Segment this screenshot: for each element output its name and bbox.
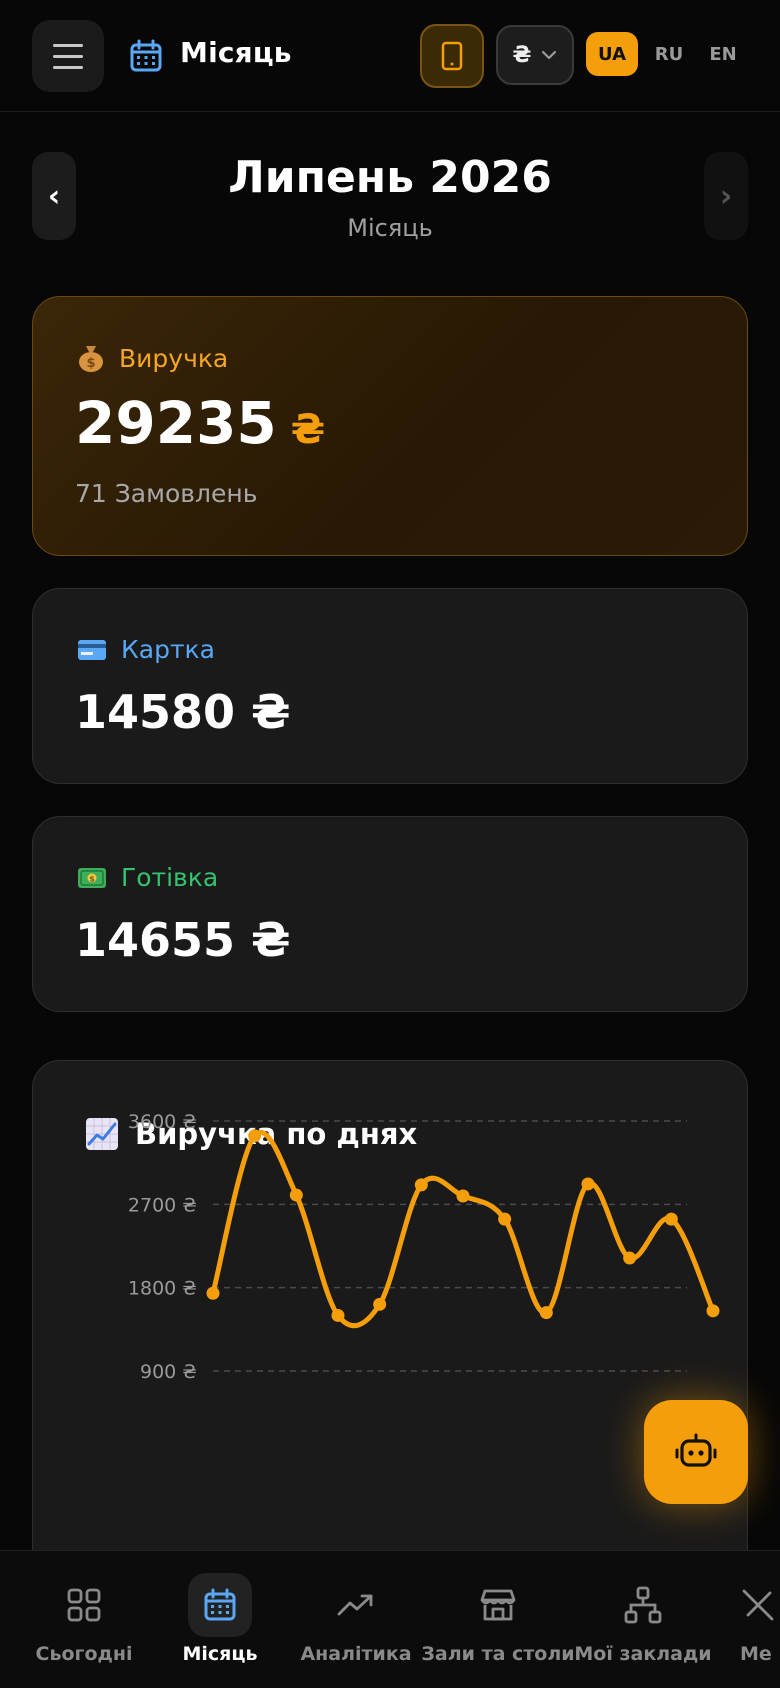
chart-data-point[interactable] bbox=[664, 1212, 678, 1226]
cash-value: 14655 ₴ bbox=[75, 913, 291, 967]
revenue-series-line bbox=[210, 1130, 716, 1328]
nav-label-halls: Зали та столи bbox=[421, 1643, 575, 1665]
robot-icon bbox=[675, 1433, 717, 1467]
cash-payments-card: $ Готівка 14655 ₴ bbox=[32, 816, 748, 1012]
chart-data-point[interactable] bbox=[539, 1306, 553, 1320]
y-tick-label: 900 ₴ bbox=[140, 1361, 197, 1383]
next-month-button[interactable]: › bbox=[704, 152, 748, 240]
top-header: Місяць ₴ UA RU EN bbox=[0, 0, 780, 112]
y-tick-label: 2700 ₴ bbox=[128, 1194, 197, 1216]
month-title: Липень 2026 bbox=[228, 152, 552, 203]
lang-button-en[interactable]: EN bbox=[700, 32, 746, 76]
svg-text:$: $ bbox=[86, 356, 95, 371]
revenue-card: $ Виручка 29235 ₴ 71 Замовлень bbox=[32, 296, 748, 556]
calendar-icon bbox=[130, 39, 162, 72]
nav-item-venues[interactable]: Мої заклади bbox=[574, 1551, 712, 1688]
tools-icon bbox=[740, 1573, 780, 1637]
hamburger-line bbox=[53, 65, 83, 69]
chart-data-point[interactable] bbox=[414, 1178, 428, 1192]
chart-data-point[interactable] bbox=[331, 1308, 345, 1322]
store-icon bbox=[466, 1573, 530, 1637]
network-icon bbox=[611, 1573, 675, 1637]
cash-label: Готівка bbox=[121, 863, 219, 892]
hamburger-line bbox=[53, 43, 83, 47]
chart-data-point[interactable] bbox=[623, 1251, 637, 1265]
nav-item-analytics[interactable]: Аналітика bbox=[300, 1551, 412, 1688]
revenue-value: 29235 bbox=[75, 389, 277, 457]
nav-label-more: Ме bbox=[740, 1643, 772, 1665]
trend-up-icon bbox=[324, 1573, 388, 1637]
nav-item-month[interactable]: Місяць bbox=[176, 1551, 264, 1688]
chart-data-point[interactable] bbox=[248, 1129, 262, 1143]
lang-button-ua[interactable]: UA bbox=[586, 32, 638, 76]
nav-label-venues: Мої заклади bbox=[574, 1643, 712, 1665]
chart-data-point[interactable] bbox=[456, 1189, 470, 1203]
card-payments-card: Картка 14580 ₴ bbox=[32, 588, 748, 784]
mobile-view-button[interactable] bbox=[420, 24, 484, 88]
revenue-label: Виручка bbox=[119, 343, 229, 373]
cash-label-row: $ Готівка bbox=[77, 863, 218, 892]
nav-label-today: Сьогодні bbox=[35, 1643, 133, 1665]
credit-card-icon bbox=[78, 639, 106, 660]
currency-select[interactable]: ₴ bbox=[496, 25, 574, 85]
card-label-row: Картка bbox=[77, 635, 215, 664]
card-label: Картка bbox=[121, 635, 215, 664]
svg-text:$: $ bbox=[89, 874, 95, 883]
chart-data-point[interactable] bbox=[706, 1304, 720, 1318]
revenue-value-row: 29235 ₴ bbox=[75, 389, 325, 457]
nav-label-month: Місяць bbox=[182, 1643, 258, 1665]
page-title: Місяць bbox=[180, 36, 292, 69]
card-value: 14580 ₴ bbox=[75, 685, 291, 739]
nav-label-analytics: Аналітика bbox=[300, 1643, 412, 1665]
chart-data-point[interactable] bbox=[498, 1212, 512, 1226]
revenue-label-row: $ Виручка bbox=[77, 343, 228, 373]
currency-symbol: ₴ bbox=[512, 42, 532, 68]
chart-data-point[interactable] bbox=[289, 1188, 303, 1202]
revenue-currency: ₴ bbox=[290, 407, 326, 453]
chart-data-point[interactable] bbox=[206, 1286, 220, 1300]
phone-icon bbox=[441, 41, 463, 71]
chart-data-point[interactable] bbox=[581, 1177, 595, 1191]
money-bag-icon: $ bbox=[79, 346, 103, 372]
hamburger-line bbox=[53, 54, 83, 58]
nav-item-halls[interactable]: Зали та столи bbox=[421, 1551, 575, 1688]
nav-item-more[interactable]: Ме bbox=[740, 1551, 780, 1688]
cash-icon: $ bbox=[78, 867, 106, 888]
chart-data-point[interactable] bbox=[373, 1297, 387, 1311]
dashboard-grid-icon bbox=[52, 1573, 116, 1637]
month-subtitle: Місяць bbox=[347, 214, 433, 242]
y-tick-label: 3600 ₴ bbox=[128, 1111, 197, 1133]
calendar-icon bbox=[188, 1573, 252, 1637]
ai-assistant-button[interactable] bbox=[644, 1400, 748, 1504]
chevron-down-icon bbox=[542, 50, 557, 60]
nav-item-today[interactable]: Сьогодні bbox=[32, 1551, 136, 1688]
lang-button-ru[interactable]: RU bbox=[648, 32, 690, 76]
menu-button[interactable] bbox=[32, 20, 104, 92]
orders-count: 71 Замовлень bbox=[75, 479, 258, 508]
y-tick-label: 1800 ₴ bbox=[128, 1278, 197, 1300]
bottom-nav: Сьогодні Місяць Аналітика Зали та столи bbox=[0, 1550, 780, 1688]
